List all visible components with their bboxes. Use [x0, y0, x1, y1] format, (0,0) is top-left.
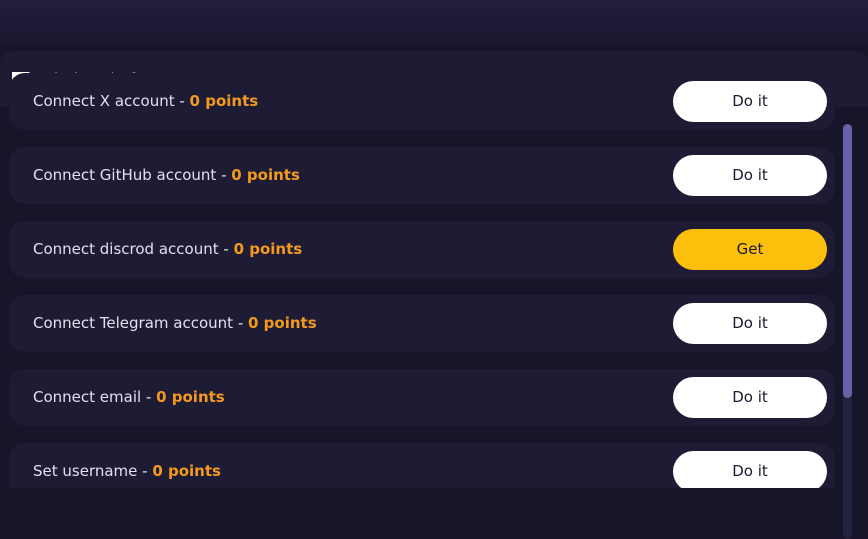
task-row-x: Connect X account - 0 points Do it [9, 73, 835, 130]
task-label-text: Connect GitHub account - [33, 166, 232, 184]
do-it-button-x[interactable]: Do it [673, 81, 827, 122]
task-label-text: Connect X account - [33, 92, 190, 110]
task-label: Connect GitHub account - 0 points [33, 165, 300, 185]
task-row-discord: Connect discrod account - 0 points Get [9, 221, 835, 278]
task-label: Connect discrod account - 0 points [33, 239, 302, 259]
task-row-email: Connect email - 0 points Do it [9, 369, 835, 426]
scrollbar-track[interactable] [843, 124, 852, 539]
task-label-text: Connect Telegram account - [33, 314, 248, 332]
do-it-button-username[interactable]: Do it [673, 451, 827, 488]
task-points: 0 points [231, 166, 300, 184]
task-label: Connect Telegram account - 0 points [33, 313, 317, 333]
do-it-button-telegram[interactable]: Do it [673, 303, 827, 344]
do-it-button-email[interactable]: Do it [673, 377, 827, 418]
task-points: 0 points [156, 388, 225, 406]
task-points: 0 points [152, 462, 221, 480]
task-label-text: Connect email - [33, 388, 157, 406]
task-list[interactable]: Connect X account - 0 points Do it Conne… [9, 73, 835, 488]
task-row-github: Connect GitHub account - 0 points Do it [9, 147, 835, 204]
task-label: Set username - 0 points [33, 461, 221, 481]
task-label: Connect X account - 0 points [33, 91, 258, 111]
scrollbar-thumb[interactable] [843, 124, 852, 398]
task-row-telegram: Connect Telegram account - 0 points Do i… [9, 295, 835, 352]
task-points: 0 points [189, 92, 259, 110]
task-label: Connect email - 0 points [33, 387, 225, 407]
get-button-discord[interactable]: Get [673, 229, 827, 270]
task-points: 0 points [233, 240, 303, 258]
task-row-username: Set username - 0 points Do it [9, 443, 835, 488]
top-bar [0, 0, 868, 44]
task-points: 0 points [248, 314, 317, 332]
task-label-text: Set username - [33, 462, 153, 480]
task-label-text: Connect discrod account - [33, 240, 234, 258]
do-it-button-github[interactable]: Do it [673, 155, 827, 196]
